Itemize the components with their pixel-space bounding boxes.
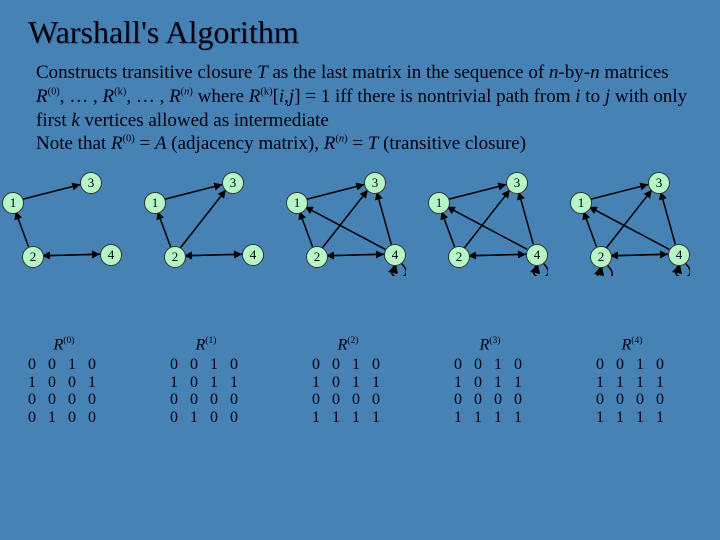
graph-0: 1 2 3 4 [0, 166, 122, 276]
matrix-0: R(0)0 0 1 0 1 0 0 1 0 0 0 0 0 1 0 0 [28, 336, 100, 426]
graph-1: 1 2 3 4 [134, 166, 264, 276]
node-2: 2 [448, 246, 470, 268]
node-4: 4 [242, 244, 264, 266]
node-2: 2 [164, 246, 186, 268]
node-1: 1 [2, 192, 24, 214]
node-2: 2 [590, 246, 612, 268]
page-title: Warshall's Algorithm [0, 0, 720, 51]
node-1: 1 [428, 192, 450, 214]
matrix-4: R(4)0 0 1 0 1 1 1 1 0 0 0 0 1 1 1 1 [596, 336, 668, 426]
graph-2: 1 2 3 4 [276, 166, 406, 276]
graph-4: 1 2 3 4 [560, 166, 690, 276]
node-4: 4 [668, 244, 690, 266]
node-1: 1 [286, 192, 308, 214]
matrix-2: R(2)0 0 1 0 1 0 1 1 0 0 0 0 1 1 1 1 [312, 336, 384, 426]
node-4: 4 [100, 244, 122, 266]
node-2: 2 [22, 246, 44, 268]
node-3: 3 [506, 172, 528, 194]
node-4: 4 [384, 244, 406, 266]
node-1: 1 [570, 192, 592, 214]
node-3: 3 [80, 172, 102, 194]
node-4: 4 [526, 244, 548, 266]
node-3: 3 [648, 172, 670, 194]
node-2: 2 [306, 246, 328, 268]
intro-text: Constructs transitive closure T as the l… [0, 51, 720, 156]
node-3: 3 [222, 172, 244, 194]
node-3: 3 [364, 172, 386, 194]
matrix-1: R(1)0 0 1 0 1 0 1 1 0 0 0 0 0 1 0 0 [170, 336, 242, 426]
graph-panel: 1 2 3 4 1 2 3 4 1 2 3 4 [0, 156, 720, 336]
graph-3: 1 2 3 4 [418, 166, 548, 276]
matrix-3: R(3)0 0 1 0 1 0 1 1 0 0 0 0 1 1 1 1 [454, 336, 526, 426]
node-1: 1 [144, 192, 166, 214]
